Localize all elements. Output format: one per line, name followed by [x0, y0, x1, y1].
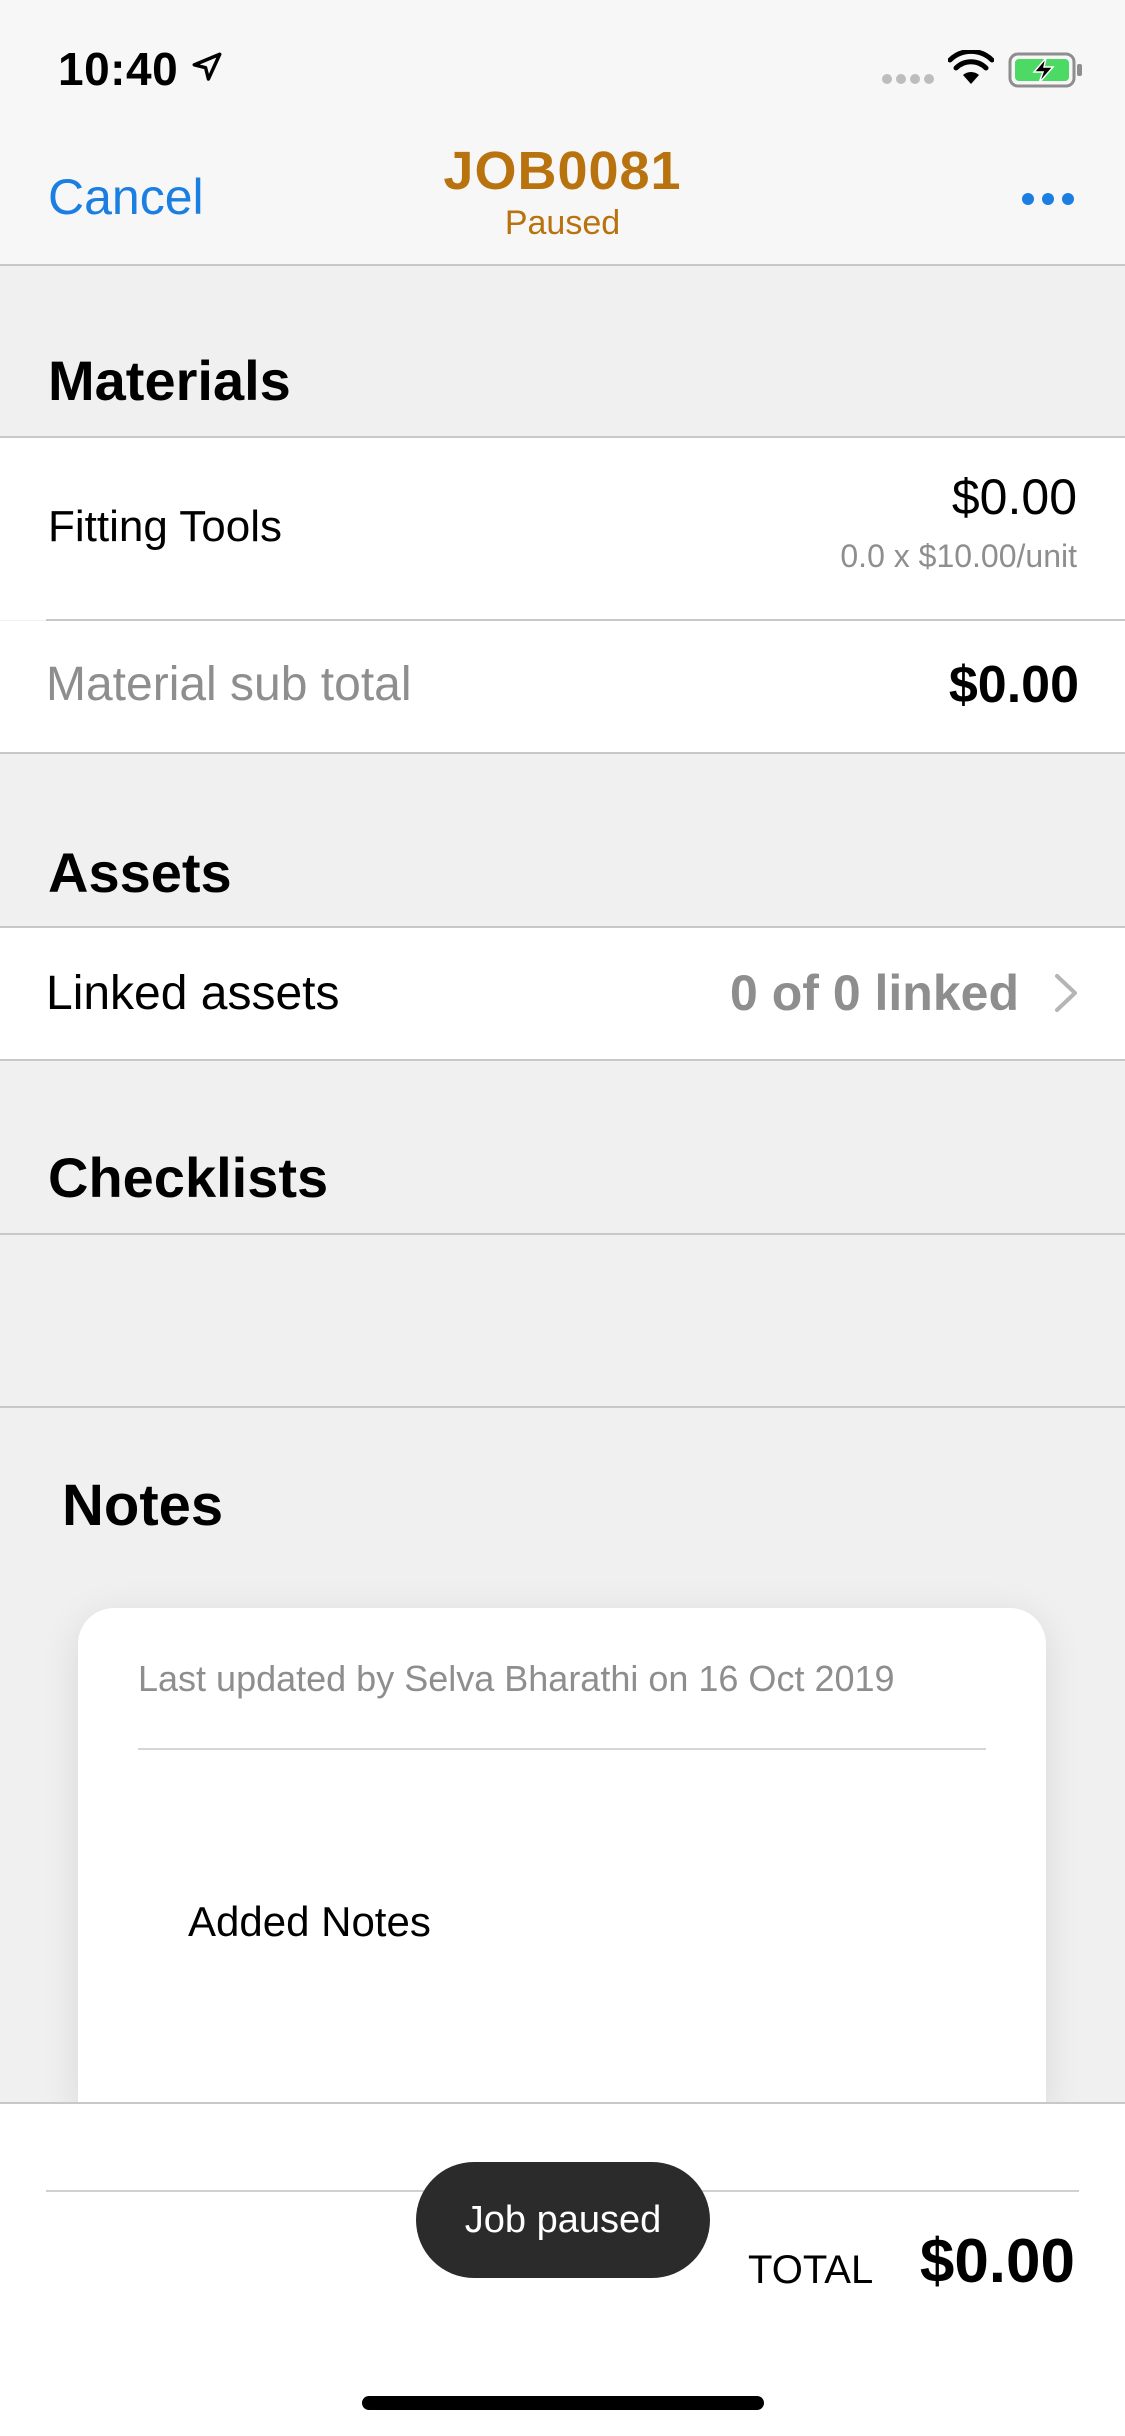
- linked-assets-row[interactable]: Linked assets 0 of 0 linked: [0, 928, 1125, 1060]
- assets-section-header: Assets: [0, 754, 1125, 926]
- materials-section-header: Materials: [0, 268, 1125, 438]
- divider: [0, 1406, 1125, 1408]
- checklists-section-header: Checklists: [0, 1061, 1125, 1233]
- material-subtotal-row: Material sub total $0.00: [0, 621, 1125, 753]
- material-detail: 0.0 x $10.00/unit: [840, 538, 1077, 574]
- battery-charging-icon: [1008, 52, 1082, 88]
- divider: [0, 1233, 1125, 1235]
- toast-message: Job paused: [416, 2162, 710, 2278]
- cellular-signal-icon: [882, 74, 934, 84]
- notes-last-updated: Last updated by Selva Bharathi on 16 Oct…: [138, 1658, 895, 1699]
- material-price: $0.00: [951, 469, 1077, 525]
- notes-text: Added Notes: [188, 1898, 431, 1945]
- notes-title: Notes: [62, 1473, 224, 1538]
- status-bar: 10:40: [0, 0, 1125, 132]
- checklists-title: Checklists: [48, 1146, 329, 1209]
- status-time: 10:40: [58, 43, 179, 95]
- job-title: JOB0081: [443, 141, 682, 201]
- linked-assets-label: Linked assets: [46, 967, 340, 1020]
- job-status: Paused: [504, 204, 621, 242]
- location-arrow-icon: [192, 52, 222, 81]
- wifi-icon: [948, 50, 994, 84]
- notes-card[interactable]: Last updated by Selva Bharathi on 16 Oct…: [78, 1608, 1046, 2108]
- assets-title: Assets: [48, 841, 232, 904]
- ellipsis-icon[interactable]: [1018, 184, 1078, 214]
- material-item[interactable]: Fitting Tools $0.00 0.0 x $10.00/unit: [0, 438, 1125, 620]
- footer: TOTAL $0.00 Job paused: [0, 2102, 1125, 2436]
- material-subtotal-value: $0.00: [948, 656, 1079, 714]
- linked-assets-value: 0 of 0 linked: [730, 965, 1019, 1021]
- nav-bar: Cancel JOB0081 Paused: [0, 132, 1125, 266]
- total-label: TOTAL: [748, 2248, 874, 2292]
- divider: [138, 1748, 986, 1750]
- material-name: Fitting Tools: [48, 502, 282, 551]
- total-value: $0.00: [919, 2227, 1075, 2296]
- materials-title: Materials: [48, 349, 291, 412]
- material-subtotal-label: Material sub total: [46, 658, 412, 711]
- chevron-right-icon: [1055, 974, 1077, 1012]
- home-indicator[interactable]: [362, 2396, 764, 2410]
